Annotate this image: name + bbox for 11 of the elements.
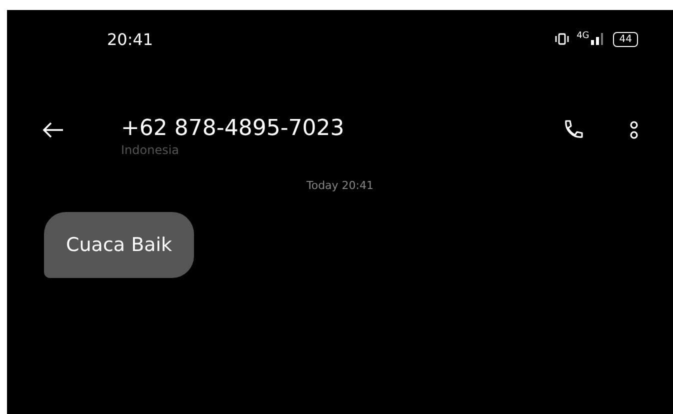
message-timestamp: Today 20:41 bbox=[306, 179, 374, 192]
more-options-icon[interactable] bbox=[629, 118, 639, 140]
contact-country: Indonesia bbox=[121, 143, 180, 157]
message-bubble: Cuaca Baik bbox=[44, 212, 194, 278]
status-time: 20:41 bbox=[107, 30, 154, 48]
signal-icon bbox=[591, 33, 606, 45]
network-type: 4G bbox=[576, 31, 590, 41]
battery-level: 44 bbox=[613, 32, 638, 46]
contact-number: +62 878-4895-7023 bbox=[121, 116, 346, 141]
back-icon[interactable] bbox=[41, 120, 65, 138]
vibrate-icon bbox=[554, 33, 569, 45]
